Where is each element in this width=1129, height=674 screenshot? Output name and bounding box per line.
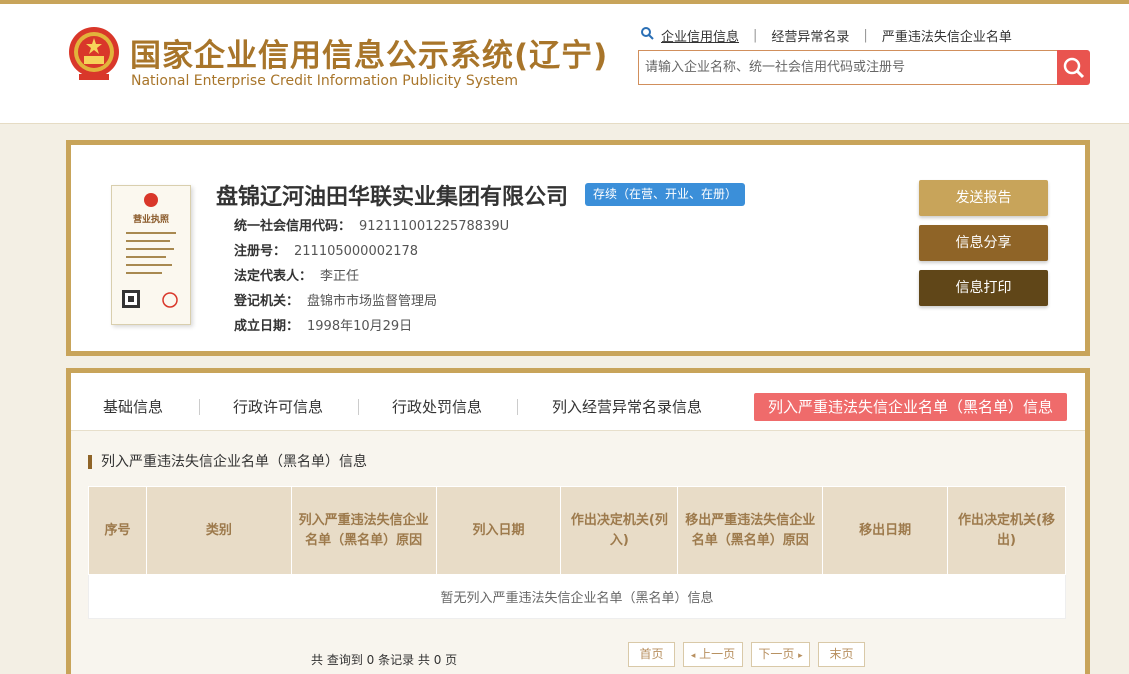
info-value: 盘锦市市场监督管理局 — [307, 294, 438, 309]
site-subtitle: National Enterprise Credit Information P… — [131, 73, 519, 89]
license-emblem-icon — [122, 193, 178, 308]
table-row: 暂无列入严重违法失信企业名单（黑名单）信息 — [88, 574, 1066, 619]
prev-page-button[interactable]: ◂ 上一页 — [683, 642, 743, 667]
top-nav: 企业信用信息 | 经营异常名录 | 严重违法失信企业名单 — [661, 26, 1012, 45]
pagination-info: 共 查询到 0 条记录 共 0 页 — [311, 653, 458, 667]
section-title: 列入严重违法失信企业名单（黑名单）信息 — [88, 455, 367, 469]
next-page-button[interactable]: 下一页 ▸ — [751, 642, 810, 667]
share-info-button[interactable]: 信息分享 — [919, 225, 1048, 261]
print-info-button[interactable]: 信息打印 — [919, 270, 1048, 306]
column-header: 序号 — [88, 486, 147, 575]
business-license-thumbnail[interactable]: 营业执照 — [111, 185, 191, 325]
detail-card: 基础信息 行政许可信息 行政处罚信息 列入经营异常名录信息 列入严重违法失信企业… — [66, 368, 1090, 674]
nav-separator: | — [753, 28, 758, 43]
search-input[interactable] — [639, 51, 1057, 84]
status-badge: 存续（在营、开业、在册） — [585, 183, 746, 206]
column-header: 移出严重违法失信企业名单（黑名单）原因 — [677, 486, 824, 575]
info-row-credit-code: 统一社会信用代码： 91211100122578839U — [234, 215, 509, 234]
last-page-button[interactable]: 末页 — [818, 642, 865, 667]
first-page-button[interactable]: 首页 — [628, 642, 675, 667]
info-row-legal-rep: 法定代表人： 李正任 — [234, 265, 359, 284]
info-value: 211105000002178 — [294, 244, 419, 259]
info-label: 法定代表人： — [234, 269, 313, 284]
tab-abnormal-list[interactable]: 列入经营异常名录信息 — [552, 393, 702, 421]
chevron-left-icon: ◂ — [690, 651, 696, 661]
search-box — [638, 50, 1058, 85]
info-label: 成立日期： — [234, 319, 300, 334]
empty-message: 暂无列入严重违法失信企业名单（黑名单）信息 — [88, 574, 1066, 619]
prev-page-label: 上一页 — [699, 647, 736, 661]
info-label: 登记机关： — [234, 294, 300, 309]
national-emblem-icon — [69, 27, 119, 80]
column-header: 类别 — [145, 486, 292, 575]
next-page-label: 下一页 — [758, 647, 795, 661]
column-header: 列入日期 — [435, 486, 562, 575]
nav-blacklist[interactable]: 严重违法失信企业名单 — [882, 26, 1012, 45]
info-label: 统一社会信用代码： — [234, 219, 352, 234]
column-header: 作出决定机关(移出) — [947, 486, 1066, 575]
search-button[interactable] — [1057, 50, 1090, 85]
company-card: 营业执照 盘锦辽河油田华联实业集团有限公司 存续（在营、开业、在册） 统一社会信… — [66, 140, 1090, 356]
tab-bar: 基础信息 行政许可信息 行政处罚信息 列入经营异常名录信息 列入严重违法失信企业… — [71, 373, 1085, 431]
info-value: 李正任 — [320, 269, 360, 284]
blacklist-table: 序号 类别 列入严重违法失信企业名单（黑名单）原因 列入日期 作出决定机关(列入… — [88, 486, 1066, 619]
nav-abnormal-list[interactable]: 经营异常名录 — [771, 26, 849, 45]
send-report-button[interactable]: 发送报告 — [919, 180, 1048, 216]
license-label: 营业执照 — [132, 215, 169, 225]
info-row-reg-authority: 登记机关： 盘锦市市场监督管理局 — [234, 290, 437, 309]
info-row-reg-no: 注册号： 211105000002178 — [234, 240, 418, 259]
tab-basic-info[interactable]: 基础信息 — [103, 393, 163, 421]
search-icon — [641, 27, 654, 40]
table-header-row: 序号 类别 列入严重违法失信企业名单（黑名单）原因 列入日期 作出决定机关(列入… — [88, 486, 1066, 575]
column-header: 移出日期 — [822, 486, 949, 575]
column-header: 作出决定机关(列入) — [560, 486, 679, 575]
site-title: 国家企业信用信息公示系统(辽宁) — [130, 38, 609, 74]
chevron-right-icon: ▸ — [798, 651, 803, 661]
tab-separator — [199, 399, 200, 415]
info-value: 91211100122578839U — [359, 219, 510, 234]
nav-separator: | — [863, 28, 868, 43]
info-label: 注册号： — [234, 244, 287, 259]
tab-separator — [517, 399, 518, 415]
tab-blacklist[interactable]: 列入严重违法失信企业名单（黑名单）信息 — [754, 393, 1068, 421]
info-row-founded: 成立日期： 1998年10月29日 — [234, 315, 412, 334]
nav-enterprise-credit[interactable]: 企业信用信息 — [661, 26, 739, 45]
info-value: 1998年10月29日 — [307, 319, 413, 334]
column-header: 列入严重违法失信企业名单（黑名单）原因 — [290, 486, 437, 575]
tab-admin-penalty[interactable]: 行政处罚信息 — [392, 393, 482, 421]
company-name: 盘锦辽河油田华联实业集团有限公司 — [216, 185, 569, 210]
tab-separator — [358, 399, 359, 415]
tab-admin-license[interactable]: 行政许可信息 — [233, 393, 323, 421]
site-header: 国家企业信用信息公示系统(辽宁) National Enterprise Cre… — [0, 4, 1129, 124]
search-icon — [1063, 57, 1084, 78]
